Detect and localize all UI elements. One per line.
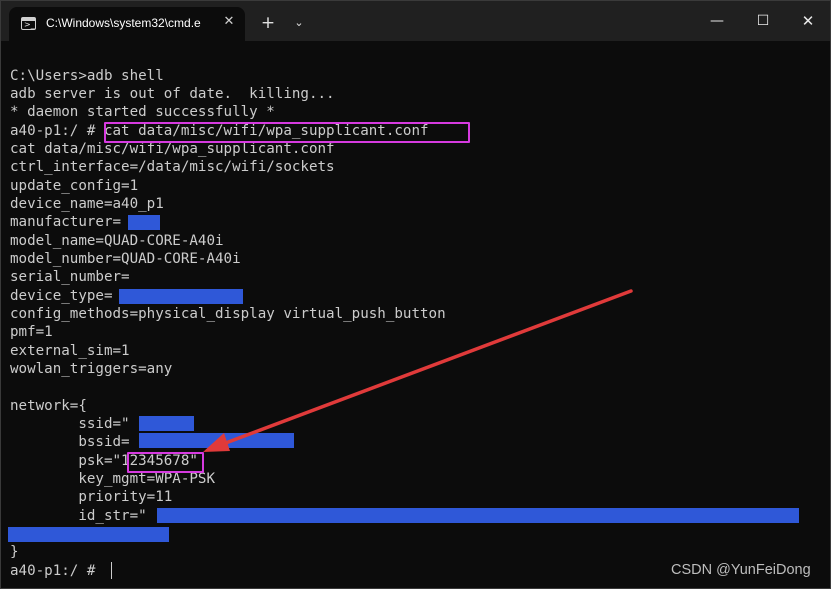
watermark: CSDN @YunFeiDong <box>671 562 811 578</box>
terminal-window: >_ C:\Windows\system32\cmd.e ✕ + ⌄ — ☐ ✕… <box>0 0 831 589</box>
annotation-arrow <box>203 289 633 452</box>
